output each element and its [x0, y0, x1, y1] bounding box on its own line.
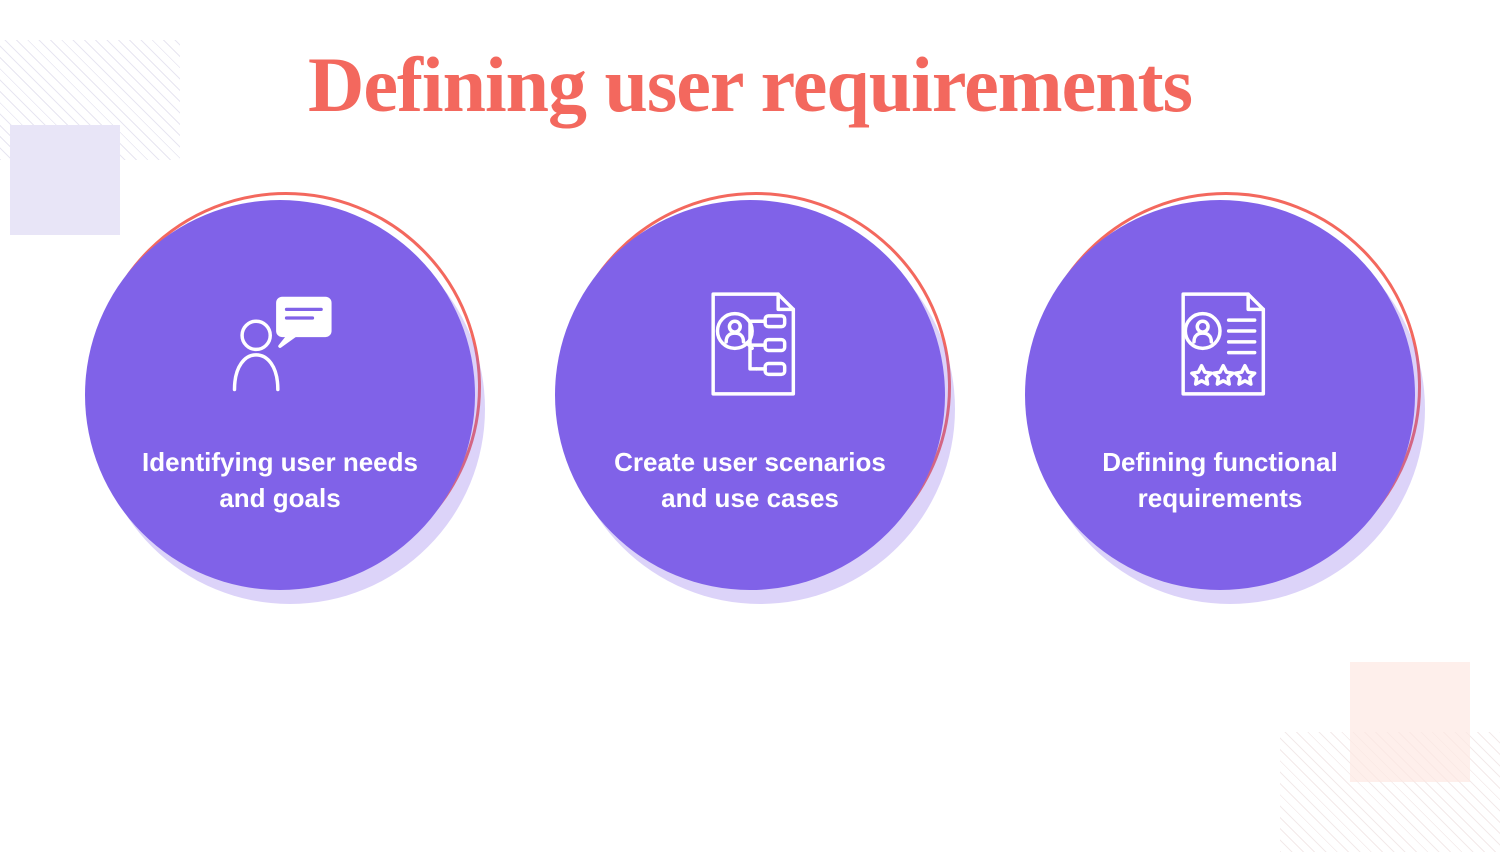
- item-identifying-needs: Identifying user needs and goals: [85, 200, 475, 590]
- item-disc: Create user scenarios and use cases: [555, 200, 945, 590]
- page-title: Defining user requirements: [0, 40, 1500, 130]
- decorative-square-bottom-right: [1350, 662, 1470, 782]
- items-row: Identifying user needs and goals: [0, 200, 1500, 590]
- item-disc: Identifying user needs and goals: [85, 200, 475, 590]
- item-disc: Defining functional requirements: [1025, 200, 1415, 590]
- item-user-scenarios: Create user scenarios and use cases: [555, 200, 945, 590]
- document-flow-icon: [680, 274, 820, 414]
- item-functional-requirements: Defining functional requirements: [1025, 200, 1415, 590]
- item-caption: Create user scenarios and use cases: [600, 444, 900, 517]
- item-caption: Identifying user needs and goals: [130, 444, 430, 517]
- item-caption: Defining functional requirements: [1070, 444, 1370, 517]
- document-profile-icon: [1150, 274, 1290, 414]
- user-speech-icon: [210, 274, 350, 414]
